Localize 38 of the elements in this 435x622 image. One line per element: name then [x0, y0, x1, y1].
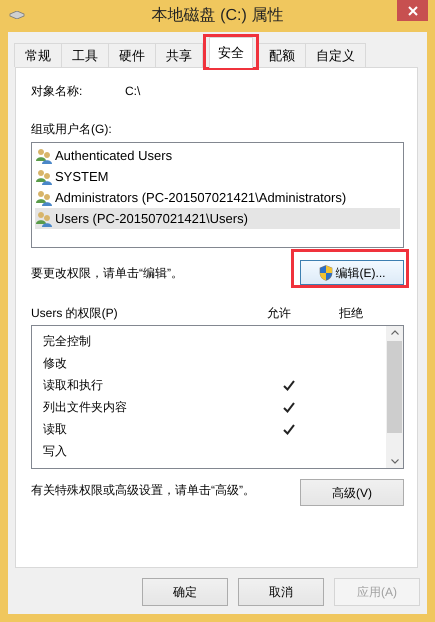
object-name-label: 对象名称: — [31, 83, 84, 100]
tab[interactable]: 共享 — [155, 43, 203, 67]
deny-column-header: 拒绝 — [339, 305, 363, 322]
users-icon — [35, 190, 53, 206]
edit-button[interactable]: 编辑(E)... — [300, 260, 404, 285]
group-item[interactable]: Administrators (PC-201507021421\Administrators) — [35, 187, 400, 208]
permissions-label: Users 的权限(P) — [31, 305, 119, 322]
dialog-button[interactable]: 取消 — [238, 578, 324, 606]
permission-name: 写入 — [43, 443, 68, 460]
shield-icon — [318, 264, 332, 280]
tab[interactable]: 自定义 — [305, 43, 366, 67]
group-item[interactable]: SYSTEM — [35, 166, 400, 187]
close-icon — [408, 6, 418, 16]
users-icon — [35, 210, 53, 226]
permission-name: 完全控制 — [43, 333, 92, 350]
scrollbar-thumb[interactable] — [387, 341, 402, 433]
users-icon — [35, 148, 53, 164]
permission-name: 列出文件夹内容 — [43, 399, 128, 416]
permission-name: 修改 — [43, 355, 68, 372]
tab[interactable]: 常规 — [14, 43, 62, 67]
advanced-button[interactable]: 高级(V) — [300, 479, 404, 506]
edit-hint: 要更改权限，请单击“编辑”。 — [31, 264, 183, 282]
allow-column-header: 允许 — [267, 305, 292, 322]
scroll-down-icon — [390, 459, 398, 464]
groups-label: 组或用户名(G): — [31, 121, 113, 138]
group-item[interactable]: Users (PC-201507021421\Users) — [35, 208, 400, 229]
close-button[interactable] — [397, 0, 428, 21]
permission-name: 读取和执行 — [43, 377, 104, 394]
object-name-value: C:\ — [125, 83, 140, 100]
scroll-up-icon — [390, 330, 398, 335]
dialog-button[interactable]: 确定 — [142, 578, 228, 606]
users-icon — [35, 168, 53, 184]
advanced-hint: 有关特殊权限或高级设置，请单击“高级”。 — [31, 482, 255, 499]
window-title: 本地磁盘 (C:) 属性 — [152, 6, 284, 26]
permission-name: 读取 — [43, 421, 68, 438]
group-item[interactable]: Authenticated Users — [35, 145, 400, 166]
drive-icon — [9, 11, 25, 19]
tab[interactable]: 安全 — [209, 37, 253, 68]
